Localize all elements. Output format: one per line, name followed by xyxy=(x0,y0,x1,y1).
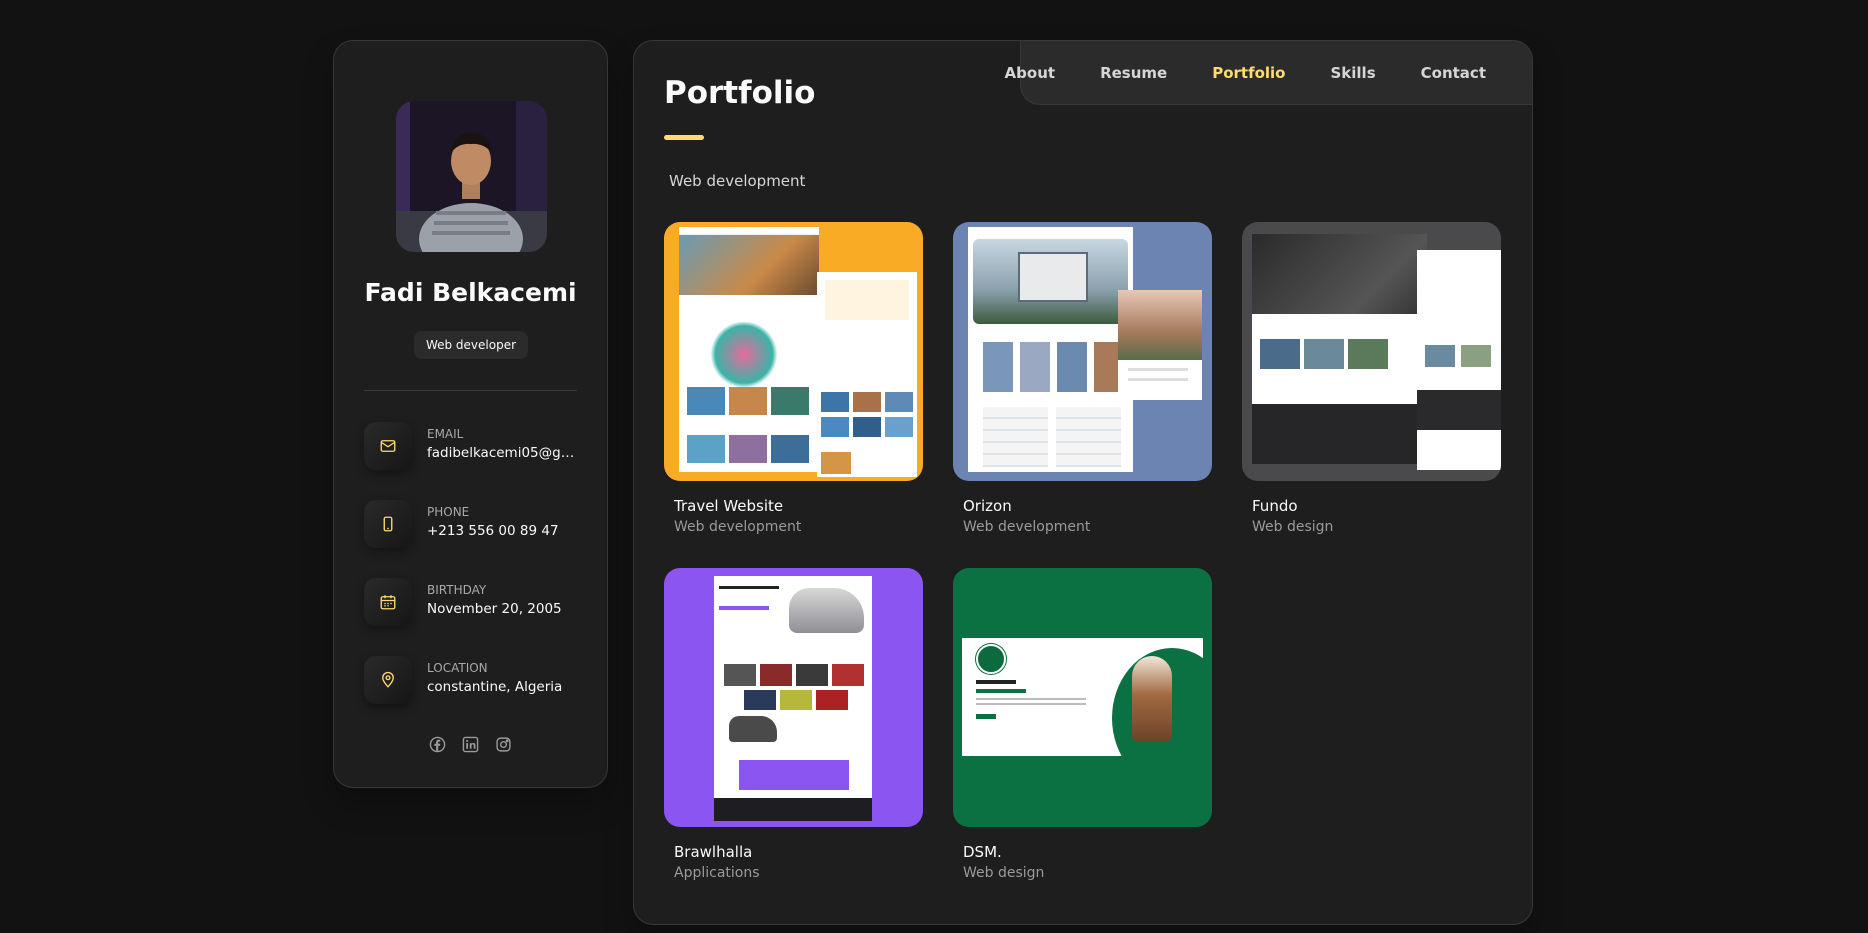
project-thumbnail[interactable] xyxy=(1242,222,1501,481)
contact-label: Location xyxy=(427,661,488,675)
project-card-fundo[interactable]: Fundo Web design xyxy=(1242,222,1501,535)
divider xyxy=(364,390,577,391)
profile-photo xyxy=(396,101,547,252)
project-category: Web development xyxy=(674,519,802,535)
facebook-icon[interactable] xyxy=(429,735,447,753)
project-card-travel[interactable]: Travel Website Web development xyxy=(664,222,923,535)
page-title: Portfolio xyxy=(664,75,816,111)
project-card-orizon[interactable]: Orizon Web development xyxy=(953,222,1212,535)
contact-email: Email fadibelkacemi05@gmail.com xyxy=(364,422,587,470)
email-link[interactable]: fadibelkacemi05@gmail.com xyxy=(427,445,587,461)
nav-portfolio[interactable]: Portfolio xyxy=(1212,64,1285,82)
nav-contact[interactable]: Contact xyxy=(1421,64,1486,82)
filter-select[interactable]: Web development xyxy=(669,172,805,190)
role-badge: Web developer xyxy=(414,331,528,359)
project-category: Web design xyxy=(963,865,1045,881)
project-thumbnail[interactable] xyxy=(664,568,923,827)
main-panel: About Resume Portfolio Skills Contact Po… xyxy=(633,40,1533,925)
project-title: Brawlhalla xyxy=(674,843,753,861)
nav-resume[interactable]: Resume xyxy=(1100,64,1167,82)
navbar: About Resume Portfolio Skills Contact xyxy=(1005,41,1532,105)
contact-phone: Phone +213 556 00 89 47 xyxy=(364,500,584,548)
project-category: Web development xyxy=(963,519,1091,535)
calendar-icon xyxy=(364,578,412,626)
project-title: Orizon xyxy=(963,497,1012,515)
linkedin-icon[interactable] xyxy=(462,735,480,753)
nav-about[interactable]: About xyxy=(1005,64,1056,82)
project-category: Applications xyxy=(674,865,760,881)
contact-label: Birthday xyxy=(427,583,487,597)
location-value: constantine, Algeria xyxy=(427,679,563,695)
social-links xyxy=(334,735,607,753)
project-card-brawlhalla[interactable]: Brawlhalla Applications xyxy=(664,568,923,881)
project-category: Web design xyxy=(1252,519,1334,535)
profile-name: Fadi Belkacemi xyxy=(364,278,577,307)
project-card-dsm[interactable]: DSM. Web design xyxy=(953,568,1212,881)
phone-icon xyxy=(364,500,412,548)
mail-icon xyxy=(364,422,412,470)
nav-skills[interactable]: Skills xyxy=(1331,64,1376,82)
contact-location: Location constantine, Algeria xyxy=(364,656,584,704)
project-thumbnail[interactable] xyxy=(953,222,1212,481)
project-thumbnail[interactable] xyxy=(664,222,923,481)
project-title: Travel Website xyxy=(674,497,784,515)
project-thumbnail[interactable] xyxy=(953,568,1212,827)
project-title: Fundo xyxy=(1252,497,1298,515)
title-underline xyxy=(664,135,704,140)
avatar xyxy=(396,101,547,252)
birthday-value: November 20, 2005 xyxy=(427,601,562,617)
instagram-icon[interactable] xyxy=(495,735,513,753)
profile-sidebar: Fadi Belkacemi Web developer Email fadib… xyxy=(333,40,608,788)
contact-birthday: Birthday November 20, 2005 xyxy=(364,578,584,626)
contact-label: Email xyxy=(427,427,464,441)
contact-label: Phone xyxy=(427,505,470,519)
project-title: DSM. xyxy=(963,843,1002,861)
phone-link[interactable]: +213 556 00 89 47 xyxy=(427,523,587,539)
location-icon xyxy=(364,656,412,704)
